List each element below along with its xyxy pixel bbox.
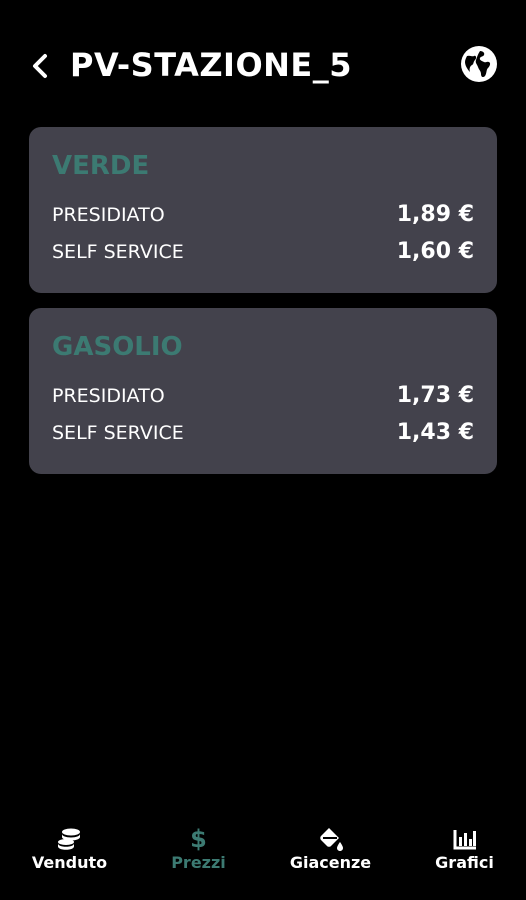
nav-label: Venduto xyxy=(31,853,108,872)
nav-label: Giacenze xyxy=(289,853,372,872)
row-value: 1,60 € xyxy=(396,239,474,264)
globe-icon xyxy=(461,46,497,82)
page-title: PV-STAZIONE_5 xyxy=(70,46,353,84)
row-value: 1,89 € xyxy=(396,202,474,227)
card-title: GASOLIO xyxy=(52,332,183,362)
coins-icon xyxy=(57,826,83,852)
nav-item-venduto[interactable]: Venduto xyxy=(4,818,135,888)
dollar-icon: $ xyxy=(190,825,207,853)
row-value: 1,43 € xyxy=(396,420,474,445)
row-label: PRESIDIATO xyxy=(52,385,165,407)
bar-chart-icon xyxy=(452,826,478,852)
price-row: PRESIDIATO 1,89 € xyxy=(52,201,474,229)
row-value: 1,73 € xyxy=(396,383,474,408)
paint-bucket-icon xyxy=(318,826,344,852)
nav-item-grafici[interactable]: Grafici xyxy=(399,818,526,888)
price-row: SELF SERVICE 1,43 € xyxy=(52,419,474,447)
back-button[interactable] xyxy=(26,50,54,82)
price-row: SELF SERVICE 1,60 € xyxy=(52,238,474,266)
card-title: VERDE xyxy=(52,151,150,181)
row-label: PRESIDIATO xyxy=(52,204,165,226)
app-header: PV-STAZIONE_5 xyxy=(0,0,526,130)
globe-button[interactable] xyxy=(460,45,498,83)
chevron-left-icon xyxy=(33,54,47,78)
fuel-card-gasolio: GASOLIO PRESIDIATO 1,73 € SELF SERVICE 1… xyxy=(29,308,497,474)
bottom-nav: Venduto $ Prezzi Giacenze Grafici xyxy=(0,818,526,900)
row-label: SELF SERVICE xyxy=(52,241,184,263)
row-label: SELF SERVICE xyxy=(52,422,184,444)
fuel-card-verde: VERDE PRESIDIATO 1,89 € SELF SERVICE 1,6… xyxy=(29,127,497,293)
nav-item-prezzi[interactable]: $ Prezzi xyxy=(133,818,264,888)
nav-label: Grafici xyxy=(435,853,494,872)
price-row: PRESIDIATO 1,73 € xyxy=(52,382,474,410)
nav-label: Prezzi xyxy=(171,853,226,872)
nav-item-giacenze[interactable]: Giacenze xyxy=(265,818,396,888)
